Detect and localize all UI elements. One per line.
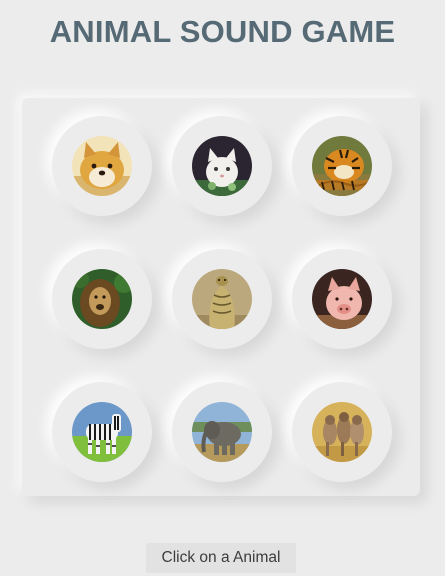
animal-button-hyena[interactable] [292,382,392,482]
animal-button-cat[interactable] [172,116,272,216]
animal-button-elephant[interactable] [172,382,272,482]
dog-photo-icon [72,136,132,196]
cobra-photo-icon [192,269,252,329]
animal-button-pig[interactable] [292,249,392,349]
elephant-photo-icon [192,402,252,462]
animal-button-tiger[interactable] [292,116,392,216]
pig-photo-icon [312,269,372,329]
animal-board [22,98,420,496]
animal-button-cobra[interactable] [172,249,272,349]
hyena-photo-icon [312,402,372,462]
animal-button-dog[interactable] [52,116,152,216]
lion-photo-icon [72,269,132,329]
zebra-photo-icon [72,402,132,462]
status-message: Click on a Animal [146,543,296,573]
cat-photo-icon [192,136,252,196]
tiger-photo-icon [312,136,372,196]
page-title: ANIMAL SOUND GAME [49,14,396,49]
animal-button-zebra[interactable] [52,382,152,482]
animal-button-lion[interactable] [52,249,152,349]
